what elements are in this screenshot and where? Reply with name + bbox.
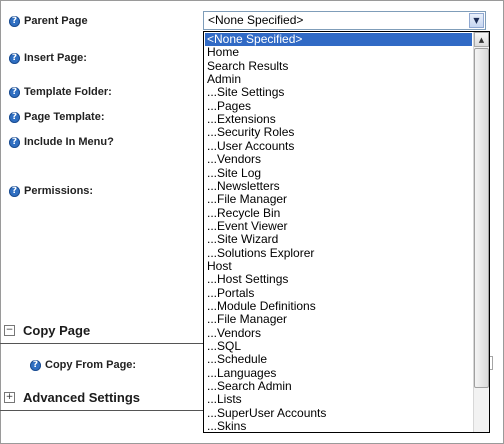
page-template-label: ? Page Template: [9, 109, 105, 125]
dropdown-option[interactable]: ...SuperUser Accounts [205, 406, 326, 420]
dropdown-option[interactable]: ...Portals [205, 286, 254, 300]
dropdown-option[interactable]: ...Pages [205, 99, 251, 113]
parent-page-dropdown-list[interactable]: ▲ <None Specified> Home Search Results Admi… [203, 31, 490, 433]
expand-icon[interactable]: + [4, 392, 15, 403]
dropdown-option[interactable]: ...Solutions Explorer [205, 246, 314, 260]
help-icon[interactable]: ? [9, 86, 20, 98]
help-icon[interactable]: ? [9, 15, 20, 27]
collapse-icon[interactable]: − [4, 325, 15, 336]
dropdown-option[interactable]: Home [205, 46, 239, 59]
parent-page-select-value: <None Specified> [208, 13, 304, 27]
dropdown-option[interactable]: ...File Manager [205, 193, 287, 206]
dropdown-option[interactable]: ...Vendors [205, 153, 261, 166]
page-template-text: Page Template: [24, 111, 105, 123]
scroll-thumb[interactable] [474, 48, 489, 388]
dropdown-option[interactable]: ...SQL [205, 340, 241, 353]
section-divider [0, 410, 203, 411]
dropdown-option[interactable]: ...Recycle Bin [205, 206, 280, 220]
copy-page-title: Copy Page [23, 323, 91, 338]
dropdown-option[interactable]: ...Module Definitions [205, 300, 316, 313]
dropdown-option[interactable]: ...Skins [205, 420, 246, 432]
advanced-settings-title: Advanced Settings [23, 390, 141, 405]
dropdown-scrollbar[interactable]: ▲ [473, 32, 489, 432]
dropdown-option[interactable]: ...Event Viewer [205, 219, 287, 233]
copy-from-page-label: ? Copy From Page: [30, 357, 136, 373]
dropdown-option[interactable]: ...Site Log [205, 166, 261, 180]
include-in-menu-text: Include In Menu? [24, 136, 114, 148]
dropdown-option[interactable]: ...Vendors [205, 326, 261, 340]
parent-page-label: ? Parent Page [9, 13, 88, 29]
dropdown-option[interactable]: ...Schedule [205, 353, 267, 366]
parent-page-text: Parent Page [24, 15, 88, 27]
help-icon[interactable]: ? [9, 111, 20, 123]
dropdown-option[interactable]: <None Specified> [205, 33, 472, 46]
help-icon[interactable]: ? [9, 52, 20, 64]
dropdown-option[interactable]: Search Results [205, 59, 288, 73]
template-folder-text: Template Folder: [24, 86, 112, 98]
dropdown-option[interactable]: ...Site Wizard [205, 233, 278, 246]
help-icon[interactable]: ? [9, 136, 20, 148]
dropdown-option[interactable]: ...User Accounts [205, 139, 294, 153]
dropdown-option[interactable]: ...Newsletters [205, 179, 280, 193]
help-icon[interactable]: ? [9, 185, 20, 197]
dropdown-option[interactable]: ...Security Roles [205, 126, 294, 139]
include-in-menu-label: ? Include In Menu? [9, 134, 114, 150]
parent-page-select[interactable]: <None Specified> ▼ [203, 11, 486, 30]
template-folder-label: ? Template Folder: [9, 84, 112, 100]
insert-page-text: Insert Page: [24, 52, 87, 64]
help-icon[interactable]: ? [30, 359, 41, 371]
permissions-label: ? Permissions: [9, 183, 93, 199]
insert-page-label: ? Insert Page: [9, 50, 87, 66]
dropdown-option[interactable]: Host [205, 259, 232, 273]
dropdown-option[interactable]: ...Site Settings [205, 86, 284, 99]
copy-page-section-header[interactable]: − Copy Page [4, 323, 90, 338]
dropdown-arrow-icon[interactable]: ▼ [469, 13, 484, 28]
advanced-settings-section-header[interactable]: + Advanced Settings [4, 390, 140, 405]
dropdown-option[interactable]: ...Languages [205, 366, 276, 380]
dropdown-option[interactable]: ...Extensions [205, 113, 276, 126]
dropdown-option[interactable]: ...Search Admin [205, 380, 292, 393]
dropdown-option[interactable]: ...File Manager [205, 313, 287, 326]
dropdown-option[interactable]: Admin [205, 73, 241, 86]
section-divider [0, 343, 203, 344]
scroll-up-icon[interactable]: ▲ [474, 32, 489, 47]
copy-from-page-text: Copy From Page: [45, 359, 137, 371]
dropdown-option[interactable]: ...Host Settings [205, 273, 288, 286]
dropdown-option[interactable]: ...Lists [205, 393, 242, 406]
permissions-text: Permissions: [24, 185, 94, 197]
